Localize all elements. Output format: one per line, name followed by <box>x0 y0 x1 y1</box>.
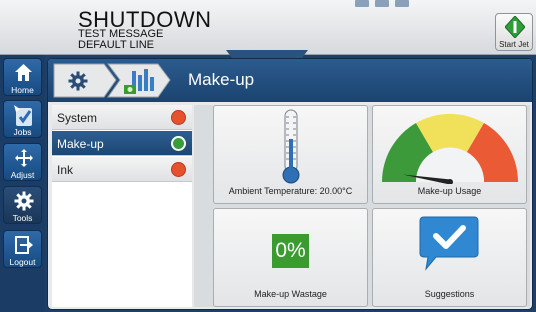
header-bar: SHUTDOWN TEST MESSAGE DEFAULT LINE Start… <box>0 0 536 69</box>
list-item-label: Ink <box>57 163 74 177</box>
nav-logout-label: Logout <box>9 257 36 267</box>
gear-icon <box>14 191 34 211</box>
breadcrumb-tools-icon[interactable] <box>68 71 88 91</box>
breadcrumb-current: Make-up <box>188 70 255 89</box>
start-jet-button[interactable]: Start Jet <box>495 13 533 51</box>
main-panel: Make-up System Make-up Ink Ambient Tempe… <box>47 58 533 310</box>
makeup-usage-tile[interactable]: Make-up Usage <box>372 105 527 204</box>
ambient-temperature-label: Ambient Temperature: 20.00°C <box>228 186 353 196</box>
list-item-makeup[interactable]: Make-up <box>52 131 192 156</box>
adjust-icon <box>15 149 33 167</box>
suggestions-tile[interactable]: Suggestions <box>372 208 527 307</box>
list-item-label: Make-up <box>57 137 104 151</box>
status-indicator-green <box>171 136 186 151</box>
nav-logout-button[interactable]: Logout <box>3 230 42 268</box>
start-jet-icon <box>505 16 525 38</box>
makeup-wastage-tile[interactable]: 0% Make-up Wastage <box>213 208 368 307</box>
nav-tools-button[interactable]: Tools <box>3 186 42 224</box>
tile-grid: Ambient Temperature: 20.00°C Make-up Usa… <box>194 105 530 307</box>
network-icon <box>355 0 369 7</box>
battery-icon <box>395 0 409 7</box>
suggestions-label: Suggestions <box>424 289 475 299</box>
breadcrumb: Make-up <box>48 59 532 102</box>
status-icons <box>355 0 409 9</box>
makeup-usage-label: Make-up Usage <box>417 186 482 196</box>
current-line: DEFAULT LINE <box>78 39 155 51</box>
fluids-icon[interactable] <box>124 67 158 95</box>
users-icon <box>375 0 389 7</box>
nav-tools-label: Tools <box>12 213 33 223</box>
thermometer-icon <box>282 109 300 184</box>
list-item-system[interactable]: System <box>52 105 192 130</box>
status-indicator-red <box>171 162 186 177</box>
list-item-ink[interactable]: Ink <box>52 157 192 182</box>
logout-icon <box>15 236 33 254</box>
list-item-label: System <box>57 111 98 125</box>
left-nav: Home Jobs Adjust Tools Logout <box>0 55 45 312</box>
ambient-temperature-tile[interactable]: Ambient Temperature: 20.00°C <box>213 105 368 204</box>
checkmark-speech-icon <box>419 216 479 271</box>
jobs-icon <box>14 105 32 126</box>
wastage-value: 0% <box>272 234 309 268</box>
nav-jobs-label: Jobs <box>13 127 32 137</box>
nav-adjust-button[interactable]: Adjust <box>3 143 42 181</box>
fluid-list: System Make-up Ink <box>52 105 192 307</box>
home-icon <box>15 64 32 81</box>
nav-adjust-label: Adjust <box>10 170 35 180</box>
nav-jobs-button[interactable]: Jobs <box>3 100 42 138</box>
makeup-wastage-label: Make-up Wastage <box>254 289 327 299</box>
status-indicator-red <box>171 110 186 125</box>
nav-home-button[interactable]: Home <box>3 58 42 96</box>
nav-home-label: Home <box>11 85 34 95</box>
start-jet-label: Start Jet <box>499 40 529 49</box>
gauge-icon <box>381 113 519 184</box>
